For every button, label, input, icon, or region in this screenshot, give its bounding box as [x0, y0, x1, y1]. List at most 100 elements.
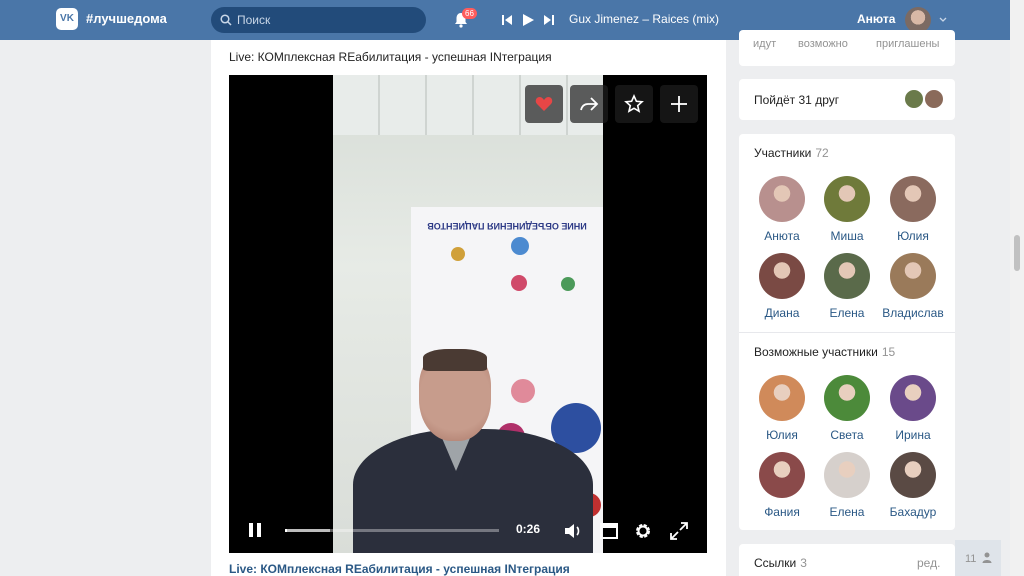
member-name[interactable]: Юлия: [878, 229, 948, 243]
members-title-label: Участники: [754, 146, 812, 160]
current-track[interactable]: Gux Jimenez – Raices (mix): [569, 12, 719, 26]
member-item[interactable]: Ирина: [878, 375, 948, 442]
member-item[interactable]: Елена: [812, 253, 882, 320]
volume-icon[interactable]: [563, 521, 583, 541]
video-time: 0:26: [516, 522, 541, 536]
member-name[interactable]: Юлия: [747, 428, 817, 442]
page-hashtag-title[interactable]: #лучшедома: [86, 11, 167, 26]
member-name[interactable]: Елена: [812, 505, 882, 519]
friends-going-text[interactable]: Пойдёт 31 друг: [754, 93, 839, 107]
friends-going-card[interactable]: Пойдёт 31 друг: [739, 79, 955, 120]
progress-fill: [285, 529, 288, 532]
links-title-label: Ссылки: [754, 556, 797, 570]
post-title: Live: КОМплексная REабилитация - успешна…: [229, 50, 552, 64]
member-avatar[interactable]: [890, 253, 936, 299]
pause-icon[interactable]: [245, 520, 265, 540]
members-title[interactable]: Участники 72: [754, 146, 829, 160]
star-icon: [624, 94, 644, 113]
member-name[interactable]: Елена: [812, 306, 882, 320]
favorite-button[interactable]: [615, 85, 653, 123]
user-icon: [982, 552, 992, 563]
online-count: 11: [965, 553, 977, 565]
stat-maybe[interactable]: возможно: [798, 38, 848, 50]
chevron-down-icon[interactable]: [938, 15, 948, 25]
member-avatar[interactable]: [824, 176, 870, 222]
stat-going[interactable]: идут: [753, 38, 776, 50]
page-scrollbar[interactable]: [1010, 0, 1024, 576]
plus-icon: [671, 96, 687, 112]
member-avatar[interactable]: [890, 375, 936, 421]
vk-logo[interactable]: VK: [56, 8, 78, 30]
online-friends-chip[interactable]: 11: [955, 540, 1001, 576]
next-track-icon[interactable]: [541, 12, 557, 28]
member-avatar[interactable]: [759, 176, 805, 222]
play-icon[interactable]: [520, 12, 536, 28]
member-item[interactable]: Елена: [812, 452, 882, 519]
post-link-title[interactable]: Live: КОМплексная REабилитация - успешна…: [229, 562, 570, 576]
scrollbar-thumb[interactable]: [1014, 235, 1020, 271]
gear-icon[interactable]: [633, 521, 653, 541]
search-box[interactable]: [211, 7, 426, 33]
search-input[interactable]: [237, 11, 417, 29]
buffer-bar: [285, 529, 330, 532]
speaker-hair: [423, 349, 487, 371]
members-card: Участники 72 Анюта Миша Юлия Диана Елена …: [739, 134, 955, 530]
share-icon: [580, 97, 599, 111]
notifications-badge: 66: [462, 8, 477, 19]
divider: [739, 332, 955, 333]
attendance-stats-card: идут возможно приглашены: [739, 30, 955, 66]
member-name[interactable]: Света: [812, 428, 882, 442]
video-player[interactable]: ИНИЕ ОБЪЕДИНЕНИЯ ПАЦИЕНТОВ 0:26: [229, 75, 707, 553]
video-frame[interactable]: ИНИЕ ОБЪЕДИНЕНИЯ ПАЦИЕНТОВ: [333, 75, 603, 553]
progress-bar[interactable]: [285, 529, 499, 532]
member-item[interactable]: Диана: [747, 253, 817, 320]
member-name[interactable]: Бахадур: [878, 505, 948, 519]
member-item[interactable]: Анюта: [747, 176, 817, 243]
heart-icon: [535, 97, 553, 111]
user-name[interactable]: Анюта: [857, 12, 895, 26]
banner-logo: [511, 275, 527, 291]
friend-avatar[interactable]: [904, 89, 924, 109]
add-button[interactable]: [660, 85, 698, 123]
stat-invited[interactable]: приглашены: [876, 38, 939, 50]
edit-links-button[interactable]: ред.: [917, 556, 940, 570]
member-avatar[interactable]: [824, 375, 870, 421]
banner-logo: [511, 237, 529, 255]
member-item[interactable]: Бахадур: [878, 452, 948, 519]
member-avatar[interactable]: [890, 176, 936, 222]
member-avatar[interactable]: [759, 452, 805, 498]
member-avatar[interactable]: [759, 253, 805, 299]
links-card: Ссылки 3 ред.: [739, 544, 955, 576]
links-title[interactable]: Ссылки 3: [754, 556, 807, 570]
member-avatar[interactable]: [824, 452, 870, 498]
like-button[interactable]: [525, 85, 563, 123]
banner-logo: [451, 247, 465, 261]
member-name[interactable]: Фания: [747, 505, 817, 519]
member-name[interactable]: Владислав: [878, 306, 948, 320]
member-name[interactable]: Миша: [812, 229, 882, 243]
member-item[interactable]: Фания: [747, 452, 817, 519]
video-controls: 0:26: [229, 505, 707, 553]
member-item[interactable]: Юлия: [878, 176, 948, 243]
friend-avatar[interactable]: [924, 89, 944, 109]
possible-members-count: 15: [881, 345, 896, 359]
member-item[interactable]: Миша: [812, 176, 882, 243]
search-icon: [220, 14, 232, 26]
member-name[interactable]: Анюта: [747, 229, 817, 243]
member-name[interactable]: Диана: [747, 306, 817, 320]
member-avatar[interactable]: [759, 375, 805, 421]
members-count: 72: [815, 146, 829, 160]
member-item[interactable]: Юлия: [747, 375, 817, 442]
member-item[interactable]: Владислав: [878, 253, 948, 320]
possible-members-title-label: Возможные участники: [754, 345, 878, 359]
miniplayer-icon[interactable]: [599, 521, 619, 541]
fullscreen-icon[interactable]: [669, 521, 689, 541]
previous-track-icon[interactable]: [499, 12, 515, 28]
member-name[interactable]: Ирина: [878, 428, 948, 442]
possible-members-title[interactable]: Возможные участники 15: [754, 345, 895, 359]
member-item[interactable]: Света: [812, 375, 882, 442]
banner-logo: [561, 277, 575, 291]
member-avatar[interactable]: [824, 253, 870, 299]
member-avatar[interactable]: [890, 452, 936, 498]
share-button[interactable]: [570, 85, 608, 123]
